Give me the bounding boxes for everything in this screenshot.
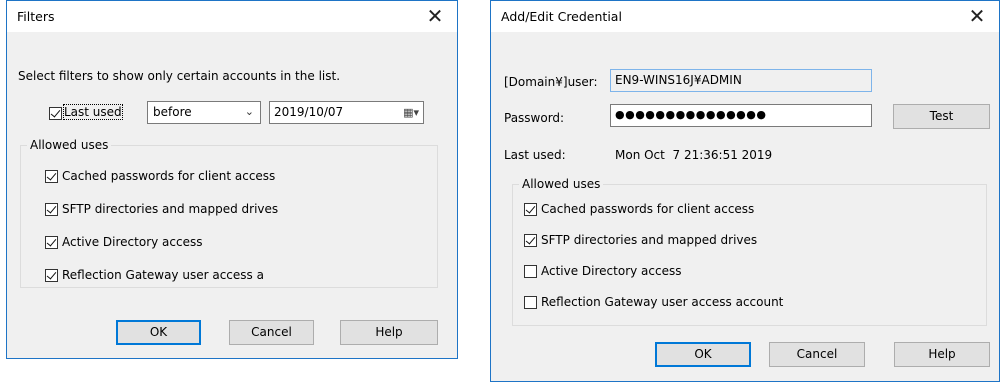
last-used-checkbox[interactable] [49, 107, 62, 120]
date-picker[interactable]: 2019/10/07 ▦▾ [269, 101, 424, 124]
password-field[interactable]: ●●●●●●●●●●●●●●● [610, 104, 872, 127]
credential-reflection-gateway-checkbox[interactable] [524, 296, 537, 309]
credential-sftp-label[interactable]: SFTP directories and mapped drives [541, 233, 757, 247]
user-field[interactable]: EN9-WINS16J¥ADMIN [610, 69, 872, 92]
test-button[interactable]: Test [893, 104, 990, 129]
last-used-value: Mon Oct 7 21:36:51 2019 [615, 148, 773, 162]
filters-instruction: Select filters to show only certain acco… [18, 69, 341, 83]
filters-allowed-uses-group: Allowed uses [20, 138, 438, 288]
credential-ok-button[interactable]: OK [655, 342, 751, 367]
filters-title: Filters [17, 9, 55, 24]
comparison-value: before [153, 105, 192, 119]
credential-reflection-gateway-label[interactable]: Reflection Gateway user access account [541, 295, 783, 309]
filters-dialog: Filters ✕ Select filters to show only ce… [6, 0, 458, 359]
filters-cancel-button[interactable]: Cancel [229, 320, 314, 345]
calendar-dropdown-icon[interactable]: ▦▾ [403, 106, 419, 119]
filters-sftp-label[interactable]: SFTP directories and mapped drives [62, 202, 278, 216]
credential-sftp-checkbox[interactable] [524, 234, 537, 247]
filters-cached-passwords-checkbox[interactable] [45, 170, 58, 183]
user-value: EN9-WINS16J¥ADMIN [615, 73, 742, 87]
credential-titlebar: Add/Edit Credential ✕ [491, 1, 999, 32]
filters-sftp-checkbox[interactable] [45, 203, 58, 216]
filters-active-directory-label[interactable]: Active Directory access [62, 235, 203, 249]
filters-titlebar: Filters ✕ [7, 1, 457, 32]
credential-cached-passwords-checkbox[interactable] [524, 203, 537, 216]
filters-reflection-gateway-checkbox[interactable] [45, 269, 58, 282]
user-label: [Domain¥]user: [504, 75, 598, 89]
credential-dialog: Add/Edit Credential ✕ [Domain¥]user: EN9… [490, 0, 1000, 382]
credential-active-directory-checkbox[interactable] [524, 265, 537, 278]
password-label: Password: [504, 111, 565, 125]
filters-help-button[interactable]: Help [340, 320, 438, 345]
filters-allowed-uses-legend: Allowed uses [27, 138, 112, 152]
close-icon[interactable]: ✕ [955, 1, 999, 32]
filters-ok-button[interactable]: OK [116, 320, 201, 345]
credential-title: Add/Edit Credential [501, 9, 622, 24]
credential-help-button[interactable]: Help [894, 342, 990, 367]
credential-active-directory-label[interactable]: Active Directory access [541, 264, 682, 278]
close-icon[interactable]: ✕ [413, 1, 457, 32]
credential-cached-passwords-label[interactable]: Cached passwords for client access [541, 202, 754, 216]
comparison-select[interactable]: before ⌄ [147, 101, 261, 124]
filters-reflection-gateway-label[interactable]: Reflection Gateway user access a [62, 268, 264, 282]
credential-allowed-uses-legend: Allowed uses [519, 177, 604, 191]
password-value: ●●●●●●●●●●●●●●● [615, 108, 767, 121]
credential-cancel-button[interactable]: Cancel [769, 342, 865, 367]
chevron-down-icon: ⌄ [244, 105, 254, 118]
filters-active-directory-checkbox[interactable] [45, 236, 58, 249]
last-used-caption: Last used: [504, 148, 566, 162]
date-value: 2019/10/07 [274, 105, 344, 119]
last-used-label[interactable]: Last used [63, 104, 123, 120]
filters-cached-passwords-label[interactable]: Cached passwords for client access [62, 169, 275, 183]
